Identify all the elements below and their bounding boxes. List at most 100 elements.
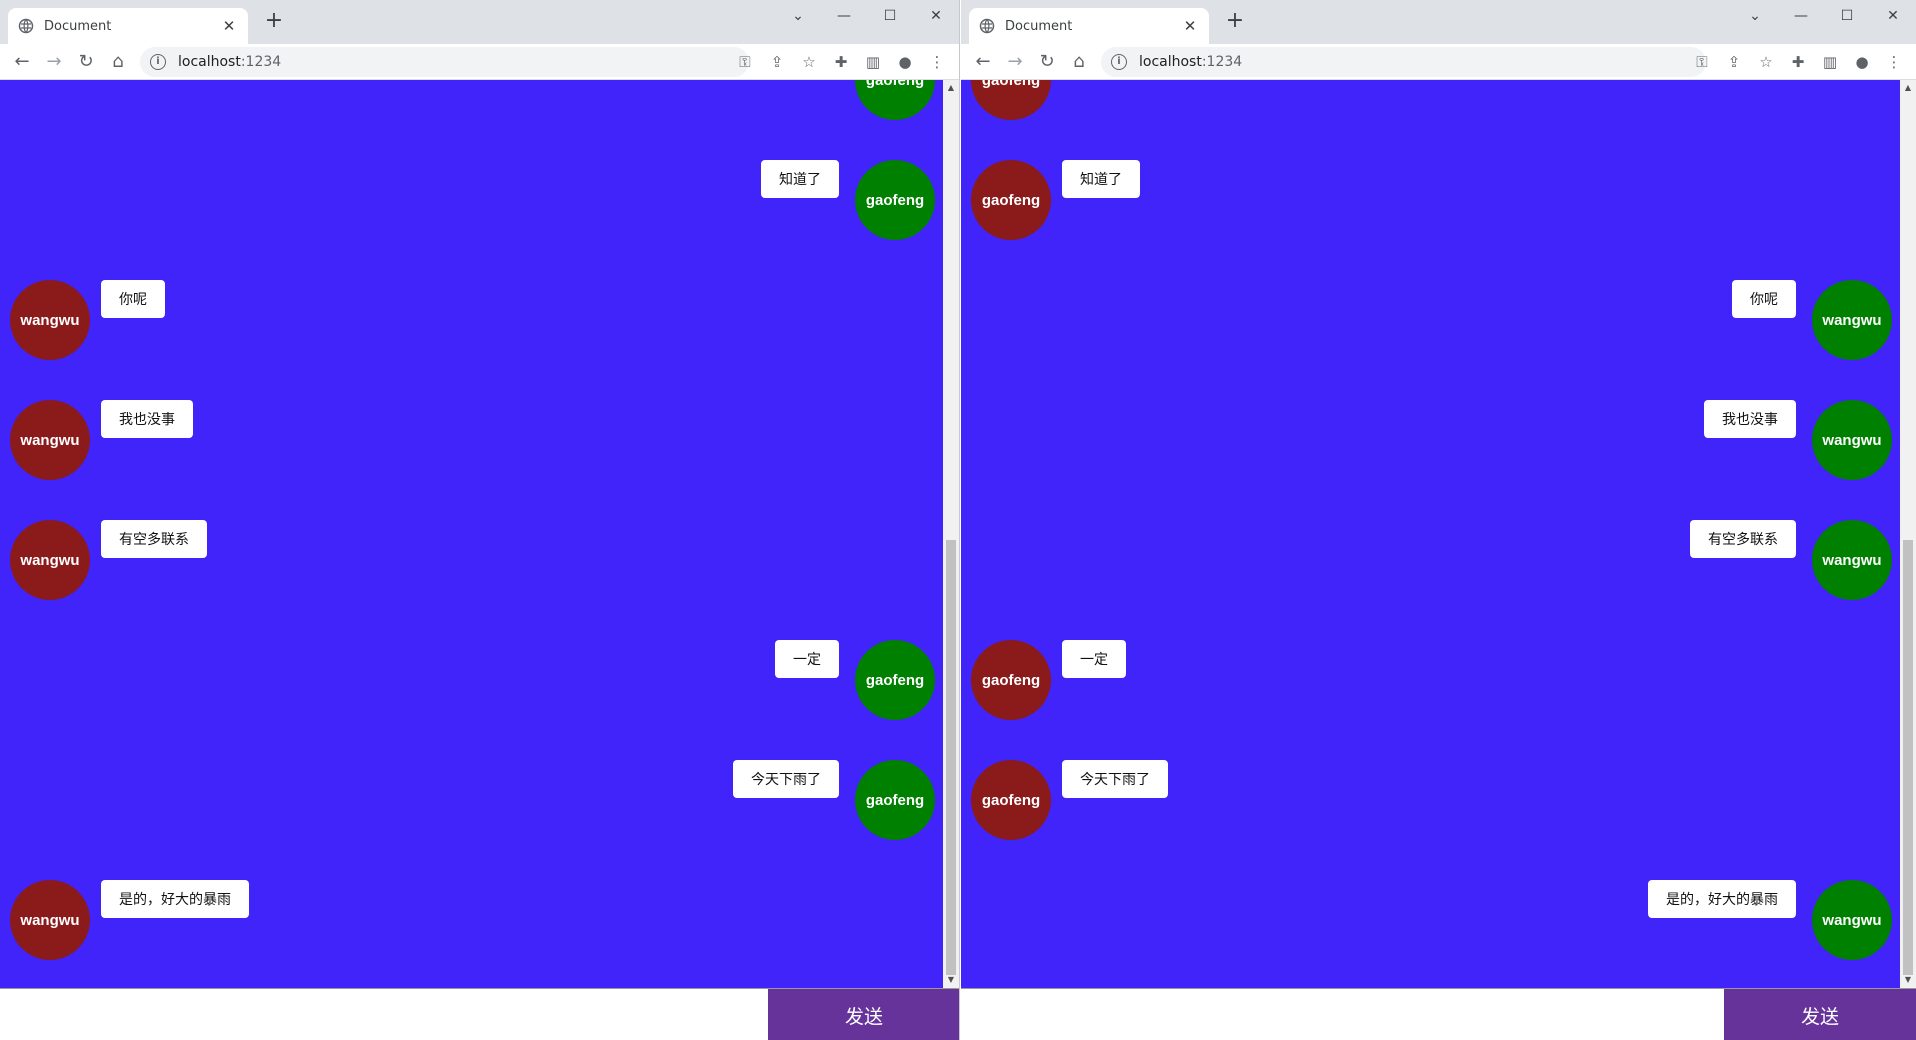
key-icon[interactable]: ⚿ — [1686, 46, 1718, 78]
chat-message: gaofeng 一定 — [961, 640, 1900, 720]
tab-strip: Document ✕ + ⌄ — ☐ ✕ — [961, 0, 1916, 44]
message-bubble: 有空多联系 — [101, 520, 207, 558]
message-bubble: 知道了 — [1062, 160, 1140, 198]
avatar[interactable]: wangwu — [10, 880, 90, 960]
avatar[interactable]: wangwu — [10, 280, 90, 360]
message-bubble: 你呢 — [101, 280, 165, 318]
profile-icon[interactable]: ● — [889, 46, 921, 78]
url-host: localhost — [178, 54, 241, 70]
avatar[interactable]: gaofeng — [971, 640, 1051, 720]
chat-message: wangwu 是的，好大的暴雨 — [961, 880, 1900, 960]
extensions-icon[interactable]: ✚ — [825, 46, 857, 78]
key-icon[interactable]: ⚿ — [729, 46, 761, 78]
url-port: :1234 — [1201, 54, 1243, 70]
chat-viewport[interactable]: gaofeng gaofeng 知道了 wangwu 你呢 wangwu 我也没事 wangw… — [961, 80, 1900, 988]
avatar[interactable]: wangwu — [1812, 400, 1892, 480]
maximize-icon[interactable]: ☐ — [867, 0, 913, 32]
toolbar-actions: ⚿ ⇪ ☆ ✚ ▥ ● ⋮ — [729, 46, 953, 78]
url-host: localhost — [1139, 54, 1202, 70]
address-bar[interactable]: i localhost:1234 — [1101, 47, 1706, 77]
message-input[interactable] — [961, 989, 1724, 1040]
avatar[interactable]: gaofeng — [855, 640, 935, 720]
message-bubble: 我也没事 — [1704, 400, 1796, 438]
scrollbar-thumb[interactable] — [1903, 540, 1913, 975]
avatar[interactable]: gaofeng — [971, 760, 1051, 840]
chat-message: gaofeng — [961, 80, 1900, 120]
send-button[interactable]: 发送 — [768, 989, 959, 1040]
input-bar: 发送 — [0, 988, 959, 1040]
extensions-icon[interactable]: ✚ — [1782, 46, 1814, 78]
minimize-icon[interactable]: — — [821, 0, 867, 32]
message-bubble: 你呢 — [1732, 280, 1796, 318]
forward-icon[interactable]: → — [38, 46, 70, 78]
send-button[interactable]: 发送 — [1724, 989, 1916, 1040]
avatar[interactable]: wangwu — [1812, 280, 1892, 360]
home-icon[interactable]: ⌂ — [102, 46, 134, 78]
chat-message: gaofeng — [0, 80, 943, 120]
close-window-icon[interactable]: ✕ — [1870, 0, 1916, 32]
share-icon[interactable]: ⇪ — [1718, 46, 1750, 78]
star-icon[interactable]: ☆ — [1750, 46, 1782, 78]
chat-viewport[interactable]: gaofeng gaofeng 知道了 wangwu 你呢 wangwu 我也没事 wangw… — [0, 80, 943, 988]
avatar[interactable]: wangwu — [10, 520, 90, 600]
chat-message: wangwu 是的，好大的暴雨 — [0, 880, 943, 960]
share-icon[interactable]: ⇪ — [761, 46, 793, 78]
new-tab-icon[interactable]: + — [262, 10, 286, 34]
chat-message: wangwu 你呢 — [0, 280, 943, 360]
scrollbar[interactable]: ▲ ▼ — [943, 80, 959, 988]
star-icon[interactable]: ☆ — [793, 46, 825, 78]
message-bubble: 有空多联系 — [1690, 520, 1796, 558]
avatar[interactable]: gaofeng — [855, 80, 935, 120]
side-panel-icon[interactable]: ▥ — [857, 46, 889, 78]
menu-icon[interactable]: ⋮ — [921, 46, 953, 78]
chat-message: gaofeng 知道了 — [961, 160, 1900, 240]
reload-icon[interactable]: ↻ — [70, 46, 102, 78]
avatar[interactable]: gaofeng — [855, 160, 935, 240]
message-bubble: 今天下雨了 — [733, 760, 839, 798]
side-panel-icon[interactable]: ▥ — [1814, 46, 1846, 78]
avatar[interactable]: gaofeng — [855, 760, 935, 840]
address-bar[interactable]: i localhost:1234 — [140, 47, 749, 77]
home-icon[interactable]: ⌂ — [1063, 46, 1095, 78]
avatar[interactable]: wangwu — [1812, 520, 1892, 600]
browser-toolbar: ← → ↻ ⌂ i localhost:1234 ⚿ ⇪ ☆ ✚ ▥ ● ⋮ — [961, 44, 1916, 80]
maximize-icon[interactable]: ☐ — [1824, 0, 1870, 32]
scrollbar-thumb[interactable] — [946, 540, 956, 975]
browser-tab[interactable]: Document ✕ — [8, 8, 248, 44]
scroll-up-icon[interactable]: ▲ — [943, 80, 959, 96]
browser-toolbar: ← → ↻ ⌂ i localhost:1234 ⚿ ⇪ ☆ ✚ ▥ ● ⋮ — [0, 44, 959, 80]
forward-icon[interactable]: → — [999, 46, 1031, 78]
avatar[interactable]: wangwu — [1812, 880, 1892, 960]
scroll-down-icon[interactable]: ▼ — [943, 972, 959, 988]
close-tab-icon[interactable]: ✕ — [1181, 17, 1199, 35]
scroll-up-icon[interactable]: ▲ — [1900, 80, 1916, 96]
close-tab-icon[interactable]: ✕ — [220, 17, 238, 35]
reload-icon[interactable]: ↻ — [1031, 46, 1063, 78]
profile-icon[interactable]: ● — [1846, 46, 1878, 78]
minimize-icon[interactable]: — — [1778, 0, 1824, 32]
avatar[interactable]: wangwu — [10, 400, 90, 480]
message-input[interactable] — [0, 989, 768, 1040]
site-info-icon[interactable]: i — [1111, 54, 1127, 70]
scroll-down-icon[interactable]: ▼ — [1900, 972, 1916, 988]
url-port: :1234 — [240, 54, 282, 70]
chat-message: wangwu 你呢 — [961, 280, 1900, 360]
tab-search-icon[interactable]: ⌄ — [1732, 0, 1778, 32]
chat-message: wangwu 有空多联系 — [961, 520, 1900, 600]
scrollbar[interactable]: ▲ ▼ — [1900, 80, 1916, 988]
browser-tab[interactable]: Document ✕ — [969, 8, 1209, 44]
tab-strip: Document ✕ + ⌄ — ☐ ✕ — [0, 0, 959, 44]
chat-message: gaofeng 一定 — [0, 640, 943, 720]
chat-message: wangwu 我也没事 — [0, 400, 943, 480]
menu-icon[interactable]: ⋮ — [1878, 46, 1910, 78]
close-window-icon[interactable]: ✕ — [913, 0, 959, 32]
back-icon[interactable]: ← — [967, 46, 999, 78]
avatar[interactable]: gaofeng — [971, 160, 1051, 240]
site-info-icon[interactable]: i — [150, 54, 166, 70]
tab-search-icon[interactable]: ⌄ — [775, 0, 821, 32]
new-tab-icon[interactable]: + — [1223, 10, 1247, 34]
message-bubble: 一定 — [775, 640, 839, 678]
avatar[interactable]: gaofeng — [971, 80, 1051, 120]
browser-window-right: Document ✕ + ⌄ — ☐ ✕ ← → ↻ ⌂ i localhost… — [961, 0, 1916, 1040]
back-icon[interactable]: ← — [6, 46, 38, 78]
